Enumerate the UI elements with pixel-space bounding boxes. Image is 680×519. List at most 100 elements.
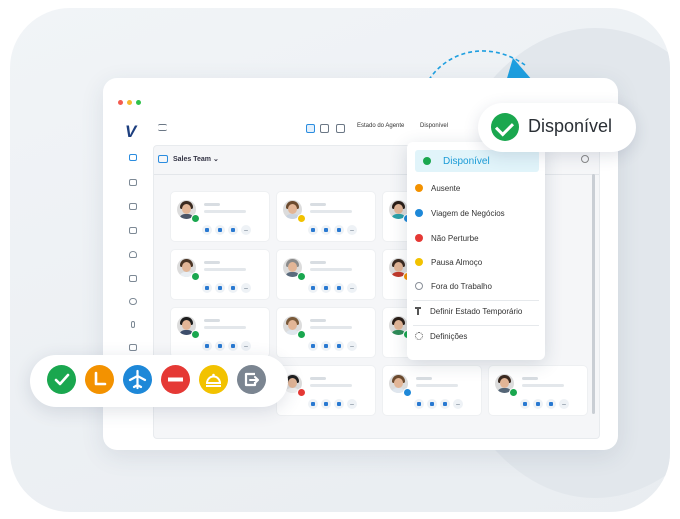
contact-name-placeholder bbox=[522, 377, 538, 380]
team-selector[interactable]: Sales Team ⌄ bbox=[158, 155, 219, 164]
check-icon[interactable] bbox=[47, 365, 76, 394]
video-icon[interactable] bbox=[321, 283, 331, 293]
video-icon[interactable] bbox=[215, 283, 225, 293]
video-icon[interactable] bbox=[321, 399, 331, 409]
report-icon[interactable] bbox=[129, 275, 137, 282]
more-icon[interactable] bbox=[347, 341, 357, 351]
video-icon[interactable] bbox=[215, 225, 225, 235]
more-icon[interactable] bbox=[347, 225, 357, 235]
minimize-dot[interactable] bbox=[127, 100, 132, 105]
contact-card[interactable] bbox=[170, 307, 270, 358]
team-name: Sales Team bbox=[173, 156, 212, 163]
status-option-lunch[interactable]: Pausa Almoço bbox=[415, 252, 539, 272]
more-icon[interactable] bbox=[241, 283, 251, 293]
call-icon[interactable] bbox=[202, 341, 212, 351]
status-option-off-work[interactable]: Fora do Trabalho bbox=[415, 276, 539, 296]
more-icon[interactable] bbox=[241, 341, 251, 351]
maximize-dot[interactable] bbox=[136, 100, 141, 105]
contact-card[interactable] bbox=[170, 191, 270, 242]
chat-icon[interactable] bbox=[228, 341, 238, 351]
contact-detail-placeholder bbox=[204, 326, 246, 329]
contact-card[interactable] bbox=[276, 307, 376, 358]
headset-icon[interactable] bbox=[129, 251, 137, 258]
contact-card[interactable] bbox=[382, 365, 482, 416]
call-icon[interactable] bbox=[520, 399, 530, 409]
menu-icon[interactable] bbox=[158, 124, 167, 131]
exit-icon[interactable] bbox=[237, 365, 266, 394]
video-icon[interactable] bbox=[215, 341, 225, 351]
contact-card[interactable] bbox=[170, 249, 270, 300]
contacts-icon[interactable] bbox=[129, 154, 137, 161]
chat-icon[interactable] bbox=[334, 225, 344, 235]
contact-card[interactable] bbox=[488, 365, 588, 416]
microphone-icon[interactable] bbox=[131, 321, 135, 328]
chat-icon[interactable] bbox=[228, 225, 238, 235]
plane-icon[interactable] bbox=[123, 365, 152, 394]
contact-name-placeholder bbox=[204, 319, 220, 322]
call-icon[interactable] bbox=[202, 225, 212, 235]
apps-icon[interactable] bbox=[129, 344, 137, 351]
chat-icon[interactable] bbox=[334, 341, 344, 351]
card-view-icon[interactable] bbox=[336, 124, 345, 133]
minus-icon[interactable] bbox=[161, 365, 190, 394]
check-icon bbox=[491, 113, 519, 141]
call-icon[interactable] bbox=[202, 283, 212, 293]
scrollbar[interactable] bbox=[592, 174, 595, 414]
monitor-icon[interactable] bbox=[129, 227, 137, 234]
chat-icon[interactable] bbox=[334, 399, 344, 409]
search-icon[interactable] bbox=[581, 155, 589, 163]
video-icon[interactable] bbox=[533, 399, 543, 409]
current-status-pill: Disponível bbox=[478, 103, 636, 152]
chat-icon[interactable] bbox=[546, 399, 556, 409]
settings-label: Definições bbox=[430, 331, 468, 341]
grid-view-icon[interactable] bbox=[306, 124, 315, 133]
more-icon[interactable] bbox=[347, 283, 357, 293]
contact-detail-placeholder bbox=[416, 384, 458, 387]
status-option-do-not-disturb[interactable]: Não Perturbe bbox=[415, 228, 539, 248]
contact-actions bbox=[202, 225, 251, 235]
pin-icon bbox=[415, 307, 421, 315]
calendar-icon[interactable] bbox=[129, 179, 137, 186]
contact-card[interactable] bbox=[276, 191, 376, 242]
more-icon[interactable] bbox=[559, 399, 569, 409]
status-option-business-trip[interactable]: Viagem de Negócios bbox=[415, 203, 539, 223]
settings-item[interactable]: Definições bbox=[415, 326, 539, 346]
status-option-label: Fora do Trabalho bbox=[431, 281, 492, 291]
video-icon[interactable] bbox=[321, 341, 331, 351]
status-option-away[interactable]: Ausente bbox=[415, 178, 539, 198]
video-icon[interactable] bbox=[427, 399, 437, 409]
set-temporary-state[interactable]: Definir Estado Temporário bbox=[415, 301, 539, 321]
contact-card[interactable] bbox=[276, 249, 376, 300]
cloche-icon[interactable] bbox=[199, 365, 228, 394]
team-icon bbox=[158, 155, 168, 164]
clock-icon[interactable] bbox=[85, 365, 114, 394]
chat-icon[interactable] bbox=[228, 283, 238, 293]
call-icon[interactable] bbox=[308, 225, 318, 235]
contact-name-placeholder bbox=[416, 377, 432, 380]
contact-card[interactable] bbox=[276, 365, 376, 416]
voicemail-icon[interactable] bbox=[129, 298, 137, 305]
call-icon[interactable] bbox=[308, 341, 318, 351]
close-dot[interactable] bbox=[118, 100, 123, 105]
contact-actions bbox=[308, 225, 357, 235]
list-view-icon[interactable] bbox=[320, 124, 329, 133]
contact-detail-placeholder bbox=[310, 210, 352, 213]
contact-actions bbox=[308, 283, 357, 293]
call-icon[interactable] bbox=[308, 283, 318, 293]
call-icon[interactable] bbox=[308, 399, 318, 409]
chat-icon[interactable] bbox=[440, 399, 450, 409]
more-icon[interactable] bbox=[347, 399, 357, 409]
status-option-label: Pausa Almoço bbox=[431, 257, 483, 267]
video-icon[interactable] bbox=[321, 225, 331, 235]
inbox-icon[interactable] bbox=[129, 203, 137, 210]
agent-state-select[interactable]: Disponível bbox=[420, 123, 448, 129]
contact-detail-placeholder bbox=[310, 268, 352, 271]
status-badge bbox=[191, 214, 200, 223]
more-icon[interactable] bbox=[453, 399, 463, 409]
status-option-available[interactable]: Disponível bbox=[415, 150, 539, 172]
call-icon[interactable] bbox=[414, 399, 424, 409]
more-icon[interactable] bbox=[241, 225, 251, 235]
chat-icon[interactable] bbox=[334, 283, 344, 293]
status-option-label: Não Perturbe bbox=[431, 233, 479, 243]
temp-state-label: Definir Estado Temporário bbox=[430, 306, 523, 316]
